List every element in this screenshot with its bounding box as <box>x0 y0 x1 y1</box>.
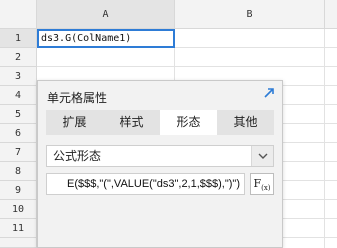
row-header-2[interactable]: 2 <box>0 48 37 67</box>
tab-style[interactable]: 样式 <box>103 110 160 135</box>
row-header-5[interactable]: 5 <box>0 105 37 124</box>
row-header-11[interactable]: 11 <box>0 219 37 238</box>
fx-label: F <box>253 177 262 190</box>
formula-text: E($$$,"(",VALUE("ds3",2,1,$$$),")") <box>66 178 240 190</box>
column-header-b[interactable]: B <box>175 0 325 29</box>
cell-a1-selected[interactable]: ds3.G(ColName1) <box>37 29 175 48</box>
formula-input[interactable]: E($$$,"(",VALUE("ds3",2,1,$$$),")") <box>46 173 245 195</box>
column-header-c[interactable] <box>325 0 337 29</box>
panel-title: 单元格属性 <box>47 91 108 105</box>
cell-properties-panel: 单元格属性 扩展 样式 形态 其他 公式形态 E($$$,"(",VALUE("… <box>37 80 283 248</box>
row-header-10[interactable]: 10 <box>0 200 37 219</box>
tab-expand[interactable]: 扩展 <box>46 110 103 135</box>
tab-other[interactable]: 其他 <box>217 110 274 135</box>
row-header-6[interactable]: 6 <box>0 124 37 143</box>
row-header-8[interactable]: 8 <box>0 162 37 181</box>
form-type-select[interactable]: 公式形态 <box>46 145 274 167</box>
chevron-down-icon[interactable] <box>251 146 273 166</box>
formula-editor-button[interactable]: F(x) <box>250 173 274 195</box>
select-all-corner[interactable] <box>0 0 37 29</box>
row-header-7[interactable]: 7 <box>0 143 37 162</box>
fx-sub: (x) <box>261 184 271 193</box>
panel-tabs: 扩展 样式 形态 其他 <box>46 110 274 135</box>
form-type-value: 公式形态 <box>53 149 102 163</box>
column-header-a[interactable]: A <box>37 0 175 29</box>
expand-arrow-icon[interactable] <box>262 87 276 101</box>
row-header-4[interactable]: 4 <box>0 86 37 105</box>
grid-line <box>324 29 325 248</box>
row-header-12[interactable] <box>0 238 37 248</box>
grid-line <box>37 66 337 67</box>
row-header-3[interactable]: 3 <box>0 67 37 86</box>
tab-form[interactable]: 形态 <box>160 110 217 135</box>
row-header-1[interactable]: 1 <box>0 29 37 48</box>
row-header-9[interactable]: 9 <box>0 181 37 200</box>
